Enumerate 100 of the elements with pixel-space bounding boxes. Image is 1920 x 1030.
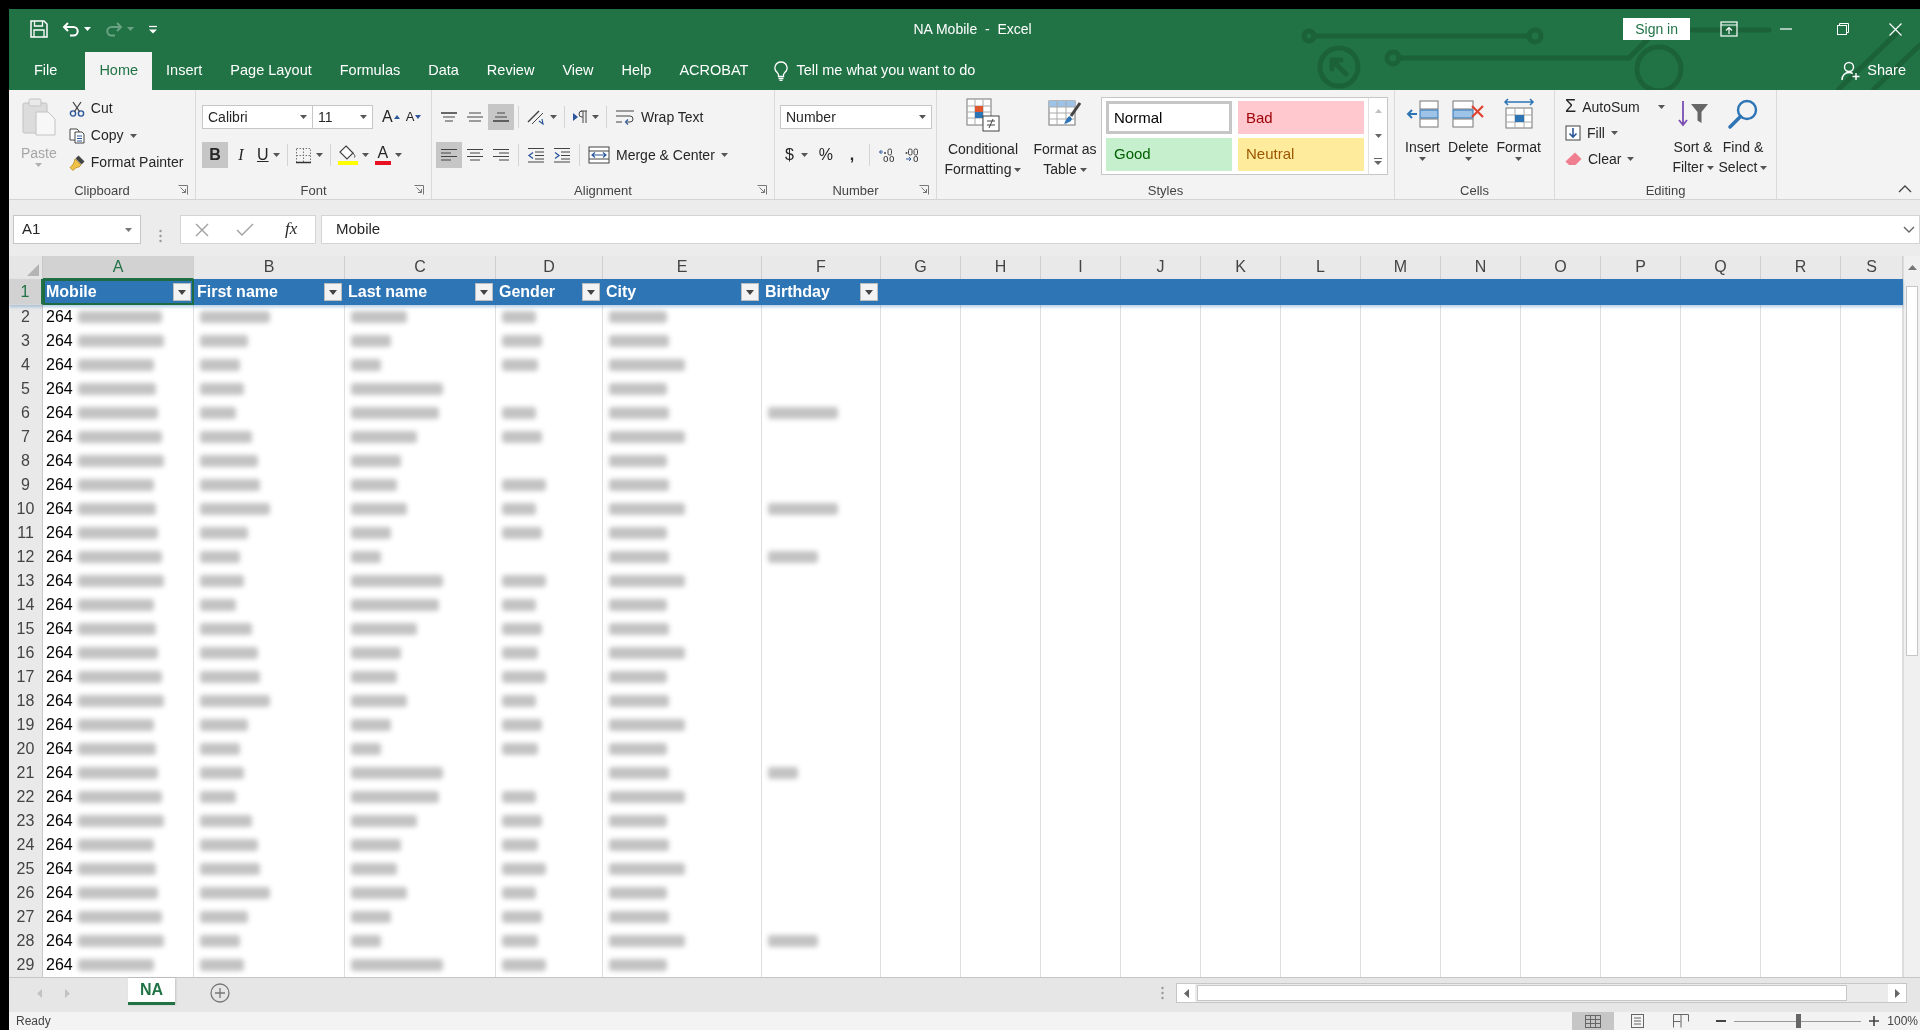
clear-button[interactable]: Clear: [1561, 146, 1669, 172]
zoom-slider-thumb[interactable]: [1795, 1014, 1801, 1028]
autosum-button[interactable]: Σ AutoSum: [1561, 94, 1669, 120]
row-header[interactable]: 11: [9, 521, 43, 546]
menu-tab[interactable]: Formulas: [325, 52, 415, 90]
column-header[interactable]: D: [496, 256, 603, 280]
column-header[interactable]: O: [1521, 256, 1601, 280]
dialog-launcher-button[interactable]: [917, 183, 931, 197]
copy-button[interactable]: Copy: [64, 122, 188, 149]
row-header[interactable]: 6: [9, 401, 43, 426]
find-select-button[interactable]: Find & Select: [1717, 94, 1769, 181]
row-header[interactable]: 21: [9, 761, 43, 786]
menu-tab[interactable]: Insert: [152, 52, 217, 90]
menu-tab[interactable]: Home: [85, 52, 153, 90]
column-header[interactable]: E: [603, 256, 762, 280]
cell-style-button[interactable]: Good: [1106, 137, 1232, 171]
insert-cells-button[interactable]: Insert: [1403, 90, 1442, 181]
header-cell[interactable]: City: [603, 279, 762, 305]
menu-tab[interactable]: Help: [607, 52, 666, 90]
column-header[interactable]: B: [194, 256, 345, 280]
row-header[interactable]: 3: [9, 329, 43, 354]
align-left-button[interactable]: [436, 142, 462, 168]
currency-button[interactable]: $: [780, 142, 813, 168]
italic-button[interactable]: I: [228, 142, 254, 168]
scroll-right-button[interactable]: [1888, 984, 1906, 1002]
row-header[interactable]: 9: [9, 473, 43, 498]
column-header[interactable]: M: [1361, 256, 1441, 280]
column-header[interactable]: C: [345, 256, 496, 280]
row-header[interactable]: 18: [9, 689, 43, 714]
filter-button[interactable]: [173, 283, 191, 301]
share-button[interactable]: Share: [1841, 52, 1906, 90]
sheet-tab[interactable]: NA: [128, 978, 176, 1005]
cut-button[interactable]: Cut: [64, 95, 188, 122]
menu-tab[interactable]: File: [20, 52, 72, 90]
dialog-launcher-button[interactable]: [412, 183, 426, 197]
row-header[interactable]: 1: [9, 279, 43, 305]
column-header[interactable]: G: [881, 256, 961, 280]
dialog-launcher-button[interactable]: [755, 183, 769, 197]
filter-button[interactable]: [741, 283, 759, 301]
row-header[interactable]: 25: [9, 857, 43, 882]
column-header[interactable]: F: [762, 256, 881, 280]
column-header[interactable]: N: [1441, 256, 1521, 280]
row-header[interactable]: 14: [9, 593, 43, 618]
conditional-formatting-button[interactable]: Conditional Formatting: [940, 90, 1026, 181]
format-painter-button[interactable]: Format Painter: [64, 149, 188, 176]
cell-style-button[interactable]: Bad: [1238, 101, 1364, 134]
column-header[interactable]: A: [43, 256, 194, 280]
formula-input[interactable]: Mobile: [321, 215, 1920, 244]
sort-filter-button[interactable]: Sort & Filter: [1669, 94, 1717, 181]
row-header[interactable]: 2: [9, 305, 43, 330]
percent-button[interactable]: %: [812, 142, 839, 168]
delete-cells-button[interactable]: Delete: [1446, 90, 1491, 181]
scroll-left-button[interactable]: [1177, 984, 1195, 1002]
header-cell[interactable]: Gender: [496, 279, 603, 305]
column-header[interactable]: R: [1761, 256, 1841, 280]
column-header[interactable]: Q: [1681, 256, 1761, 280]
row-header[interactable]: 5: [9, 377, 43, 402]
format-cells-button[interactable]: Format: [1494, 90, 1543, 181]
merge-center-button[interactable]: Merge & Center: [584, 141, 732, 169]
header-cell[interactable]: [1841, 279, 1903, 305]
menu-tab[interactable]: Review: [472, 52, 549, 90]
column-header[interactable]: S: [1841, 256, 1903, 280]
normal-view-button[interactable]: [1572, 1012, 1615, 1030]
header-cell[interactable]: [881, 279, 961, 305]
row-header[interactable]: 20: [9, 737, 43, 762]
row-header[interactable]: 7: [9, 425, 43, 450]
horizontal-scrollbar[interactable]: [1176, 983, 1907, 1003]
scrollbar-thumb[interactable]: [1197, 985, 1847, 1001]
filter-button[interactable]: [475, 283, 493, 301]
row-header[interactable]: 16: [9, 641, 43, 666]
row-header[interactable]: 26: [9, 881, 43, 906]
row-header[interactable]: 23: [9, 809, 43, 834]
row-header[interactable]: 10: [9, 497, 43, 522]
row-header[interactable]: 13: [9, 569, 43, 594]
header-cell[interactable]: Mobile: [43, 279, 194, 305]
column-header[interactable]: H: [961, 256, 1041, 280]
column-header[interactable]: P: [1601, 256, 1681, 280]
menu-tab[interactable]: ACROBAT: [665, 52, 763, 90]
filter-button[interactable]: [324, 283, 342, 301]
wrap-text-button[interactable]: Wrap Text: [611, 103, 708, 131]
menu-tab[interactable]: View: [548, 52, 608, 90]
vertical-scrollbar[interactable]: [1903, 256, 1920, 977]
row-header[interactable]: 28: [9, 929, 43, 954]
filter-button[interactable]: [582, 283, 600, 301]
row-header[interactable]: 15: [9, 617, 43, 642]
tell-me-search[interactable]: Tell me what you want to do: [762, 52, 988, 90]
align-bottom-button[interactable]: [488, 104, 514, 130]
header-cell[interactable]: Last name: [345, 279, 496, 305]
number-format-dropdown[interactable]: Number: [780, 105, 932, 129]
row-header[interactable]: 27: [9, 905, 43, 930]
column-header[interactable]: K: [1201, 256, 1281, 280]
row-header[interactable]: 17: [9, 665, 43, 690]
font-size-dropdown[interactable]: 11: [312, 105, 373, 129]
cancel-button[interactable]: [194, 222, 209, 237]
grow-font-button[interactable]: A: [379, 104, 403, 130]
format-as-table-button[interactable]: Format as Table: [1029, 90, 1101, 181]
insert-function-button[interactable]: fx: [281, 219, 302, 240]
fill-button[interactable]: Fill: [1561, 120, 1669, 146]
bold-button[interactable]: B: [202, 142, 228, 168]
header-cell[interactable]: First name: [194, 279, 345, 305]
